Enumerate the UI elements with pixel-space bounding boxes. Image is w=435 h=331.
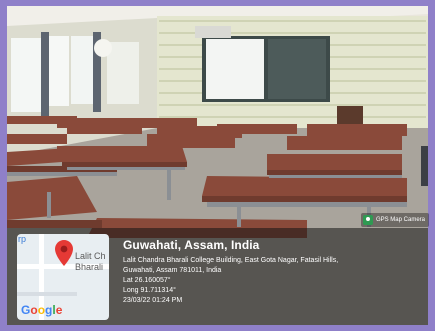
map-place-label: Lalit Ch — [75, 251, 106, 261]
gps-camera-icon — [362, 215, 373, 225]
location-overlay: rp Lalit Ch Bharali Google Guwahati, Ass… — [7, 228, 428, 325]
latitude: Lat 26.160057° — [123, 277, 171, 284]
map-corner-label: rp — [18, 234, 27, 244]
address-line-1: Lalit Chandra Bharali College Building, … — [123, 257, 339, 264]
gps-badge: GPS Map Camera — [360, 213, 429, 227]
google-logo: Google — [21, 303, 63, 317]
photo-frame: GPS Map Camera rp Lalit Ch Bharali Googl… — [0, 0, 435, 331]
gps-badge-label: GPS Map Camera — [375, 217, 425, 223]
longitude: Long 91.711314° — [123, 287, 176, 294]
timestamp: 23/03/22 01:24 PM — [123, 297, 183, 304]
map-place-label: Bharali — [75, 262, 104, 272]
address-line-2: Guwahati, Assam 781011, India — [123, 267, 222, 274]
location-title: Guwahati, Assam, India — [123, 238, 260, 252]
map-road — [17, 292, 77, 296]
location-info: Guwahati, Assam, India Lalit Chandra Bha… — [123, 238, 422, 306]
location-pin-icon — [55, 240, 73, 266]
map-thumbnail[interactable]: rp Lalit Ch Bharali Google — [17, 234, 109, 320]
